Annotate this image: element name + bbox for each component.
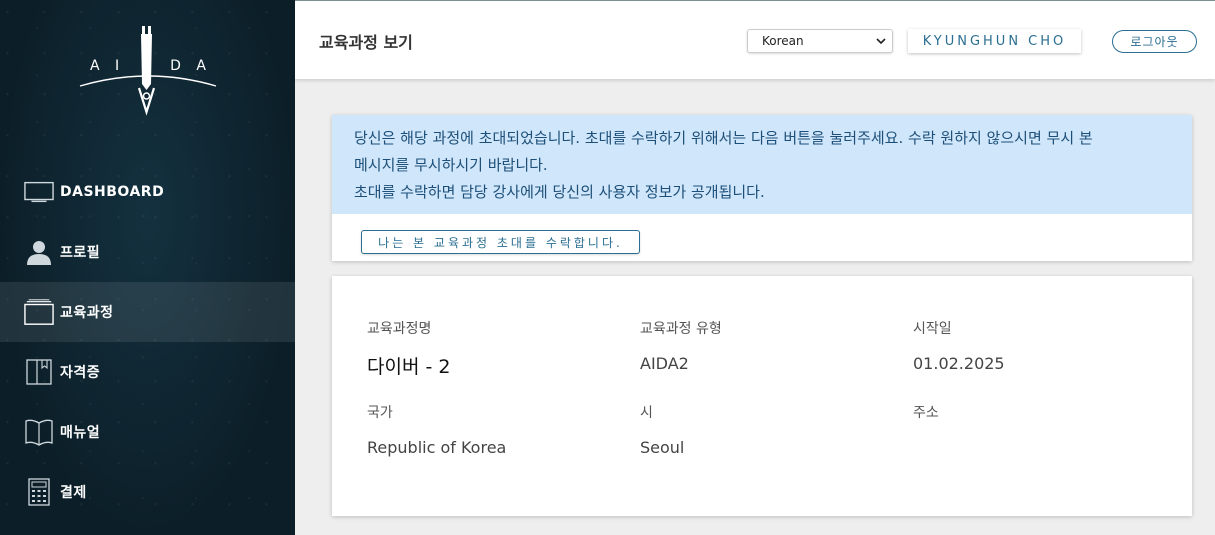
monitor-icon [24,177,54,207]
logout-button[interactable]: 로그아웃 [1112,30,1197,53]
logo-letter: D [170,58,183,74]
country-value: Republic of Korea [367,438,507,457]
course-name-field: 교육과정명 다이버 - 2 [367,318,450,379]
invitation-line: 당신은 해당 과정에 초대되었습니다. 초대를 수락하기 위해서는 다음 버튼을… [354,129,1093,147]
field-label: 시 [640,405,653,421]
certificate-book-icon [24,357,54,387]
user-icon [24,237,54,267]
logo-letter: I [115,58,122,74]
sidebar-item-profile[interactable]: 프로필 [0,222,295,282]
city-value: Seoul [640,438,685,457]
field-label: 국가 [367,405,393,421]
course-name-value: 다이버 - 2 [367,356,451,378]
address-field: 주소 [913,402,939,438]
sidebar-nav: DASHBOARD 프로필 교육과정 자격증 매뉴얼 결제 [0,162,295,522]
language-select[interactable]: Korean [747,29,893,53]
sidebar-item-courses[interactable]: 교육과정 [0,282,295,342]
invitation-card: 당신은 해당 과정에 초대되었습니다. 초대를 수락하기 위해서는 다음 버튼을… [332,115,1192,261]
chevron-down-icon [876,34,886,48]
start-date-value: 01.02.2025 [913,354,1005,373]
sidebar: A I D A DASHBOARD 프로필 교육과정 자격증 매뉴얼 결제 [0,0,295,535]
aida-logo[interactable]: A I D A [78,22,218,117]
language-select-value: Korean [762,34,804,48]
field-label: 교육과정명 [367,321,432,337]
invitation-line: 초대를 수락하면 담당 강사에게 당신의 사용자 정보가 공개됩니다. [354,183,765,201]
open-book-icon [24,417,54,447]
field-label: 교육과정 유형 [640,321,722,337]
city-field: 시 Seoul [640,402,684,457]
accept-invitation-button[interactable]: 나는 본 교육과정 초대를 수락합니다. [361,230,640,254]
sidebar-item-dashboard[interactable]: DASHBOARD [0,162,295,222]
logo-letter: A [196,58,208,74]
course-details-card: 교육과정명 다이버 - 2 교육과정 유형 AIDA2 시작일 01.02.20… [332,276,1192,516]
course-type-value: AIDA2 [640,354,689,373]
sidebar-item-label: 프로필 [60,245,101,261]
sidebar-item-label: 결제 [60,485,87,501]
logo-letter: A [90,58,102,74]
course-type-field: 교육과정 유형 AIDA2 [640,318,722,373]
invitation-line: 메시지를 무시하시기 바랍니다. [354,156,548,174]
sidebar-item-certificates[interactable]: 자격증 [0,342,295,402]
user-name-button[interactable]: KYUNGHUN CHO [908,29,1081,53]
sidebar-item-label: 자격증 [60,365,101,381]
field-label: 주소 [913,405,939,421]
sidebar-item-label: DASHBOARD [60,184,165,200]
country-field: 국가 Republic of Korea [367,402,506,457]
invitation-message: 당신은 해당 과정에 초대되었습니다. 초대를 수락하기 위해서는 다음 버튼을… [332,115,1192,214]
folder-icon [24,297,54,327]
page-title: 교육과정 보기 [319,33,413,52]
sidebar-item-payment[interactable]: 결제 [0,462,295,522]
start-date-field: 시작일 01.02.2025 [913,318,1005,373]
field-label: 시작일 [913,321,952,337]
sidebar-item-label: 교육과정 [60,305,114,321]
sidebar-item-label: 매뉴얼 [60,425,101,441]
top-bar: 교육과정 보기 Korean KYUNGHUN CHO 로그아웃 [295,0,1215,79]
calculator-icon [24,477,54,507]
sidebar-item-manual[interactable]: 매뉴얼 [0,402,295,462]
